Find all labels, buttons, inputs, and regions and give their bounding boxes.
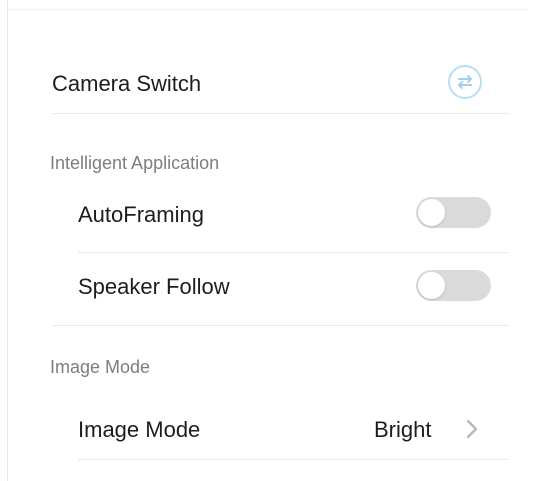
divider (52, 325, 509, 326)
autoframing-toggle[interactable] (416, 197, 491, 228)
camera-switch-label: Camera Switch (52, 71, 202, 96)
toggle-knob (418, 199, 445, 226)
divider (78, 252, 509, 253)
image-mode-row[interactable]: Image Mode (0, 410, 534, 450)
speaker-follow-toggle[interactable] (416, 270, 491, 301)
panel-top-border (7, 9, 527, 10)
section-title-image-mode: Image Mode (50, 357, 151, 377)
divider (52, 113, 509, 114)
swap-arrows-icon[interactable] (448, 65, 482, 99)
speaker-follow-label: Speaker Follow (78, 274, 230, 299)
divider (78, 459, 509, 460)
autoframing-label: AutoFraming (78, 202, 204, 227)
section-title-intelligent-application: Intelligent Application (50, 153, 220, 173)
chevron-right-icon[interactable] (463, 418, 481, 440)
image-mode-label: Image Mode (78, 417, 201, 442)
toggle-knob (418, 272, 445, 299)
image-mode-value: Bright (374, 417, 432, 442)
